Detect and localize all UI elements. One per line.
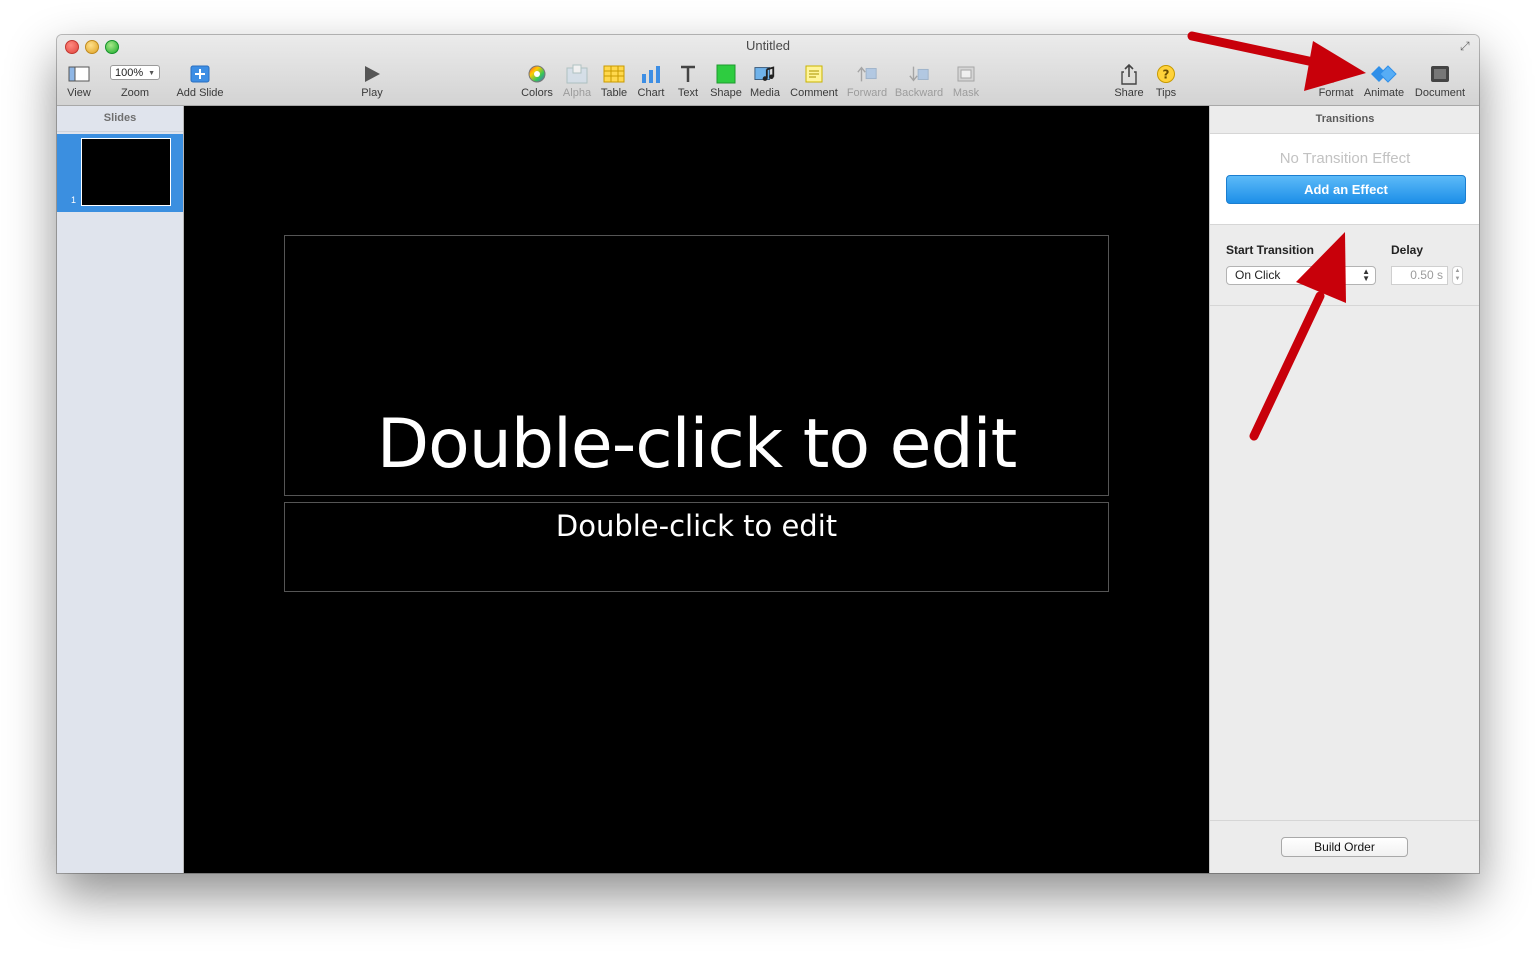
document-icon <box>1429 64 1451 84</box>
animate-icon <box>1369 64 1399 84</box>
comment-icon <box>803 64 825 84</box>
paintbrush-icon <box>1325 64 1347 84</box>
slide-canvas[interactable]: Double-click to edit Double-click to edi… <box>184 106 1209 873</box>
delay-field[interactable]: 0.50 s <box>1391 266 1448 285</box>
tips-label: Tips <box>1155 87 1177 99</box>
title-placeholder[interactable]: Double-click to edit <box>284 235 1109 496</box>
slides-header: Slides <box>57 106 183 132</box>
help-icon: ? <box>1155 64 1177 84</box>
zoom-control[interactable]: 100% ▼ Zoom <box>103 61 167 101</box>
divider <box>1210 820 1479 821</box>
animate-button[interactable]: Animate <box>1352 61 1416 101</box>
subtitle-placeholder-text: Double-click to edit <box>555 509 838 543</box>
zoom-select[interactable]: 100% ▼ <box>110 65 160 80</box>
add-slide-icon <box>189 64 211 84</box>
delay-stepper[interactable]: ▲ ▼ <box>1452 266 1463 285</box>
start-transition-value: On Click <box>1235 268 1281 282</box>
divider <box>1210 305 1479 306</box>
play-icon <box>361 64 383 84</box>
slide-thumbnail[interactable] <box>81 138 171 206</box>
fullscreen-icon[interactable]: ⤢ <box>1460 40 1473 53</box>
mask-button[interactable]: Mask <box>934 61 998 101</box>
animate-inspector: Transitions No Transition Effect Add an … <box>1209 106 1479 873</box>
start-transition-label: Start Transition <box>1226 243 1315 257</box>
build-order-button[interactable]: Build Order <box>1281 837 1408 857</box>
add-effect-button[interactable]: Add an Effect <box>1226 175 1466 204</box>
toolbar: Untitled ⤢ View 100% ▼ Zoom Add Slide Pl… <box>57 35 1479 106</box>
animate-label: Animate <box>1363 87 1405 99</box>
chevron-down-icon: ▼ <box>148 70 155 77</box>
svg-text:?: ? <box>1163 68 1170 82</box>
up-down-arrows-icon: ▲ ▼ <box>1362 267 1370 283</box>
transitions-tab[interactable]: Transitions <box>1210 106 1479 134</box>
subtitle-placeholder[interactable]: Double-click to edit <box>284 502 1109 592</box>
send-backward-icon <box>908 64 930 84</box>
media-icon <box>754 64 776 84</box>
add-slide-label: Add Slide <box>176 87 224 99</box>
document-label: Document <box>1414 87 1466 99</box>
play-label: Play <box>361 87 383 99</box>
slide-number: 1 <box>71 195 77 205</box>
window-title: Untitled <box>745 38 791 53</box>
mask-label: Mask <box>952 87 980 99</box>
effect-area: No Transition Effect Add an Effect <box>1210 134 1479 225</box>
zoom-value: 100% <box>115 67 144 79</box>
zoom-label: Zoom <box>120 87 150 99</box>
add-slide-button[interactable]: Add Slide <box>168 61 232 101</box>
view-icon <box>68 64 90 84</box>
mask-icon <box>955 64 977 84</box>
start-transition-select[interactable]: On Click ▲ ▼ <box>1226 266 1376 285</box>
tips-button[interactable]: ? Tips <box>1134 61 1198 101</box>
bring-forward-icon <box>856 64 878 84</box>
slide-navigator: Slides 1 <box>57 106 184 873</box>
play-button[interactable]: Play <box>340 61 404 101</box>
title-placeholder-text: Double-click to edit <box>376 405 1017 484</box>
delay-label: Delay <box>1391 243 1424 257</box>
keynote-window: Untitled ⤢ View 100% ▼ Zoom Add Slide Pl… <box>57 35 1479 873</box>
no-transition-text: No Transition Effect <box>1279 150 1411 167</box>
slide-thumbnail-row[interactable]: 1 <box>57 134 183 212</box>
document-button[interactable]: Document <box>1408 61 1472 101</box>
